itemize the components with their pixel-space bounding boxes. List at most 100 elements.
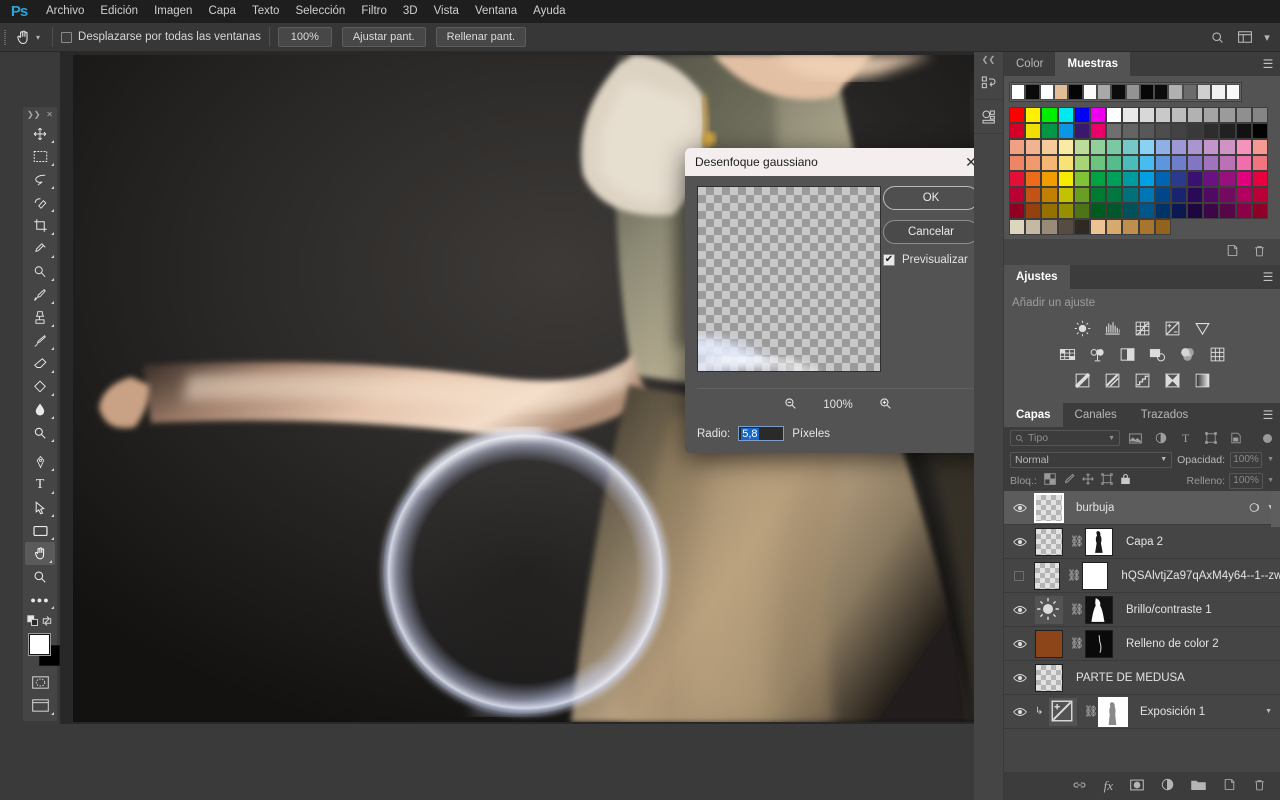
color-swatch[interactable] <box>1235 123 1252 139</box>
color-swatch[interactable] <box>1089 155 1107 171</box>
recent-swatch[interactable] <box>1039 84 1054 100</box>
new-layer-icon[interactable] <box>1223 778 1236 794</box>
color-swatch[interactable] <box>1203 187 1220 203</box>
screen-mode-icon[interactable] <box>23 694 57 717</box>
color-swatch[interactable] <box>1025 123 1042 139</box>
color-swatch[interactable] <box>1170 107 1188 123</box>
color-swatch[interactable] <box>1251 187 1268 203</box>
color-swatch[interactable] <box>1219 155 1236 171</box>
gradient-map-icon[interactable] <box>1192 370 1212 390</box>
tab-ajustes[interactable]: Ajustes <box>1004 265 1070 289</box>
color-swatch[interactable] <box>1219 107 1236 123</box>
layer-visibility-icon[interactable] <box>1012 537 1028 547</box>
color-swatch[interactable] <box>1009 123 1026 139</box>
layer-mask-thumbnail[interactable] <box>1085 527 1113 556</box>
dialog-titlebar[interactable]: Desenfoque gaussiano ✕ <box>685 148 991 176</box>
invert-icon[interactable] <box>1072 370 1092 390</box>
layer-thumbnail[interactable] <box>1049 697 1077 726</box>
marquee-tool[interactable] <box>23 145 57 168</box>
delete-layer-icon[interactable] <box>1253 778 1266 795</box>
color-swatch[interactable] <box>1235 139 1252 155</box>
color-swatch[interactable] <box>1009 219 1026 235</box>
color-swatch[interactable] <box>1138 155 1155 171</box>
close-tools-icon[interactable]: ✕ <box>46 110 53 119</box>
add-mask-icon[interactable] <box>1130 779 1144 794</box>
path-selection-tool[interactable] <box>23 496 57 519</box>
color-swatch[interactable] <box>1041 139 1058 155</box>
color-swatch[interactable] <box>1009 187 1026 203</box>
layer-thumbnail[interactable] <box>1035 527 1063 556</box>
dodge-tool[interactable] <box>23 421 57 444</box>
color-swatch[interactable] <box>1154 123 1171 139</box>
layer-visibility-icon[interactable] <box>1012 503 1028 513</box>
color-swatch[interactable] <box>1009 171 1026 187</box>
zoom-tool[interactable] <box>23 565 57 588</box>
color-swatch[interactable] <box>1187 155 1204 171</box>
color-swatch[interactable] <box>1057 107 1074 123</box>
menu-seleccion[interactable]: Selección <box>287 0 353 23</box>
color-swatch[interactable] <box>1219 139 1236 155</box>
color-swatch[interactable] <box>1138 219 1155 235</box>
threshold-icon[interactable] <box>1132 370 1152 390</box>
color-swatch[interactable] <box>1041 219 1058 235</box>
chevron-down-icon[interactable]: ▼ <box>1160 456 1167 463</box>
menu-capa[interactable]: Capa <box>200 0 244 23</box>
layer-thumbnail[interactable] <box>1035 663 1063 692</box>
new-adjustment-icon[interactable] <box>1161 778 1174 794</box>
recent-swatch[interactable] <box>1082 84 1097 100</box>
layer-visibility-icon[interactable] <box>1012 707 1028 717</box>
foreground-color-swatch[interactable] <box>28 633 51 656</box>
opacity-stepper-icon[interactable]: ▼ <box>1267 456 1274 463</box>
panel-menu-icon[interactable]: ☰ <box>1256 52 1280 76</box>
layer-thumbnail[interactable] <box>1035 629 1063 658</box>
color-swatch[interactable] <box>1025 219 1042 235</box>
new-swatch-icon[interactable] <box>1226 244 1239 260</box>
color-swatch[interactable] <box>1009 203 1026 219</box>
color-swatch[interactable] <box>1138 107 1155 123</box>
color-swatch[interactable] <box>1089 123 1107 139</box>
color-swatch[interactable] <box>1235 187 1252 203</box>
layer-name[interactable]: Relleno de color 2 <box>1126 638 1219 650</box>
color-swatch[interactable] <box>1203 107 1220 123</box>
color-swatch[interactable] <box>1235 203 1252 219</box>
clone-stamp-tool[interactable] <box>23 306 57 329</box>
color-swatch[interactable] <box>1251 203 1268 219</box>
black-white-icon[interactable] <box>1117 344 1137 364</box>
color-swatch[interactable] <box>1073 171 1090 187</box>
color-swatch[interactable] <box>1073 187 1090 203</box>
radius-input[interactable]: 5,8 <box>738 426 785 441</box>
curves-icon[interactable] <box>1132 318 1152 338</box>
lock-image-icon[interactable] <box>1063 473 1075 488</box>
recent-swatch[interactable] <box>1154 84 1169 100</box>
quick-mask-icon[interactable] <box>23 671 57 694</box>
color-swatch[interactable] <box>1041 107 1058 123</box>
recent-swatch[interactable] <box>1225 84 1240 100</box>
color-swatch[interactable] <box>1154 219 1171 235</box>
layer-thumbnail[interactable] <box>1034 492 1064 523</box>
color-swatch[interactable] <box>1154 171 1171 187</box>
recent-swatch[interactable] <box>1025 84 1040 100</box>
color-swatch[interactable] <box>1203 123 1220 139</box>
menu-filtro[interactable]: Filtro <box>353 0 395 23</box>
color-swatch[interactable] <box>1251 123 1268 139</box>
pixel-filter-icon[interactable] <box>1126 429 1145 447</box>
chevron-down-icon[interactable]: ▼ <box>1265 708 1272 715</box>
hand-icon[interactable] <box>10 26 36 49</box>
color-swatch[interactable] <box>1073 219 1090 235</box>
adjustment-filter-icon[interactable] <box>1151 429 1170 447</box>
recent-swatch[interactable] <box>1111 84 1126 100</box>
color-swatch[interactable] <box>1138 203 1155 219</box>
color-swatch[interactable] <box>1073 155 1090 171</box>
layer-row[interactable]: ⛓ Capa 2 <box>1004 525 1280 559</box>
layer-name[interactable]: burbuja <box>1076 502 1114 514</box>
quick-mask-swap-row[interactable] <box>23 611 57 631</box>
checkbox-checked-icon[interactable]: ✔ <box>883 254 895 266</box>
photo-filter-icon[interactable] <box>1147 344 1167 364</box>
color-swatch[interactable] <box>1073 123 1090 139</box>
blend-mode-select[interactable]: Normal ▼ <box>1010 451 1173 468</box>
recent-swatch[interactable] <box>1139 84 1155 100</box>
tab-canales[interactable]: Canales <box>1062 403 1129 427</box>
channel-mixer-icon[interactable] <box>1177 344 1197 364</box>
pen-tool[interactable] <box>23 450 57 473</box>
color-swatch[interactable] <box>1025 139 1042 155</box>
